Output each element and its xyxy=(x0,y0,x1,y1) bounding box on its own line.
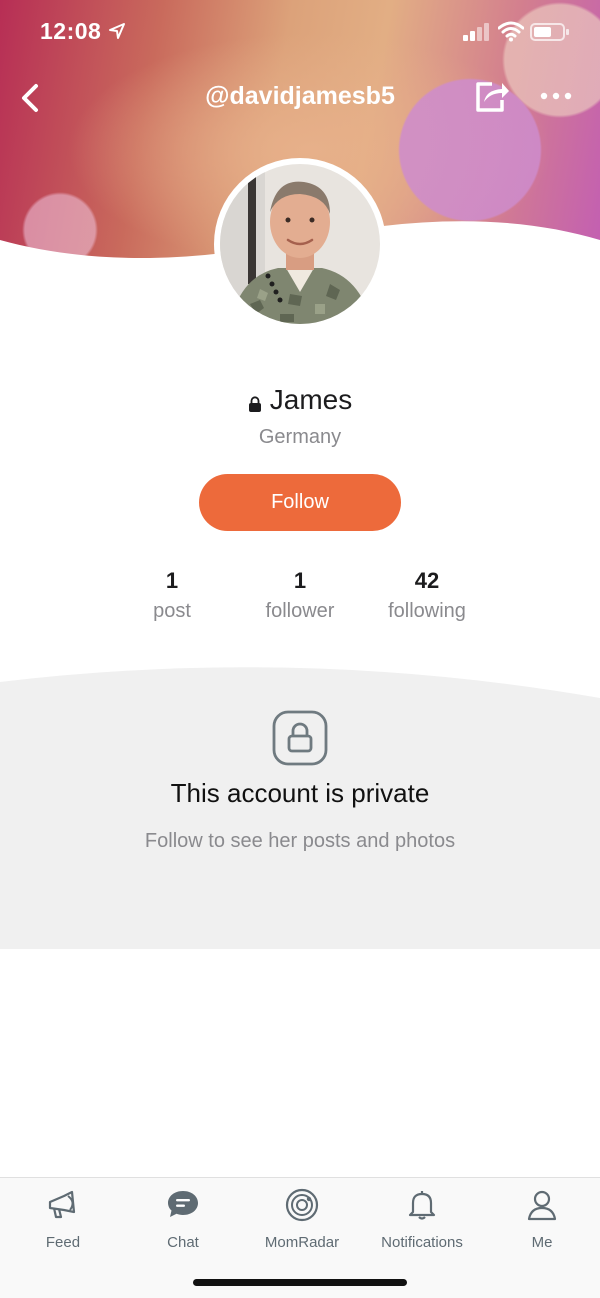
person-icon xyxy=(527,1190,557,1221)
home-indicator xyxy=(193,1279,407,1286)
private-account-notice: This account is private Follow to see he… xyxy=(0,660,600,949)
profile-location: Germany xyxy=(258,426,342,448)
profile-name-row: James xyxy=(0,384,600,424)
chat-bubble-icon xyxy=(168,1191,198,1217)
tab-label: MomRadar xyxy=(264,1234,340,1251)
private-notice-subtitle: Follow to see her posts and photos xyxy=(144,830,456,852)
location-arrow-icon xyxy=(109,23,125,39)
wifi-icon xyxy=(498,21,524,42)
tab-chat[interactable]: Chat xyxy=(123,1188,243,1258)
more-options-icon[interactable] xyxy=(538,86,574,106)
cellular-signal-icon xyxy=(463,23,489,41)
status-bar: 12:08 xyxy=(0,0,600,64)
private-notice-title: This account is private xyxy=(170,778,430,808)
profile-username: @davidjamesb5 xyxy=(205,82,395,110)
tab-feed[interactable]: Feed xyxy=(3,1188,123,1258)
battery-icon xyxy=(530,23,569,41)
tab-label: Feed xyxy=(45,1234,81,1251)
megaphone-icon xyxy=(48,1190,76,1219)
tab-momradar[interactable]: MomRadar xyxy=(242,1188,362,1258)
bell-icon xyxy=(408,1191,436,1220)
avatar-photo xyxy=(220,164,380,324)
profile-display-name: James xyxy=(269,384,353,415)
tab-label: Chat xyxy=(167,1234,199,1251)
stat-label: following xyxy=(388,600,466,622)
tab-label: Notifications xyxy=(381,1234,463,1251)
status-time: 12:08 xyxy=(40,18,102,44)
bottom-tab-bar: Feed Chat MomRadar Notifications Me xyxy=(0,1177,600,1298)
private-lock-icon xyxy=(248,396,261,412)
tab-notifications[interactable]: Notifications xyxy=(362,1188,482,1258)
follow-button[interactable]: Follow xyxy=(199,474,401,531)
share-icon[interactable] xyxy=(472,78,510,114)
stat-following[interactable]: 42 following xyxy=(352,568,502,623)
lock-icon xyxy=(272,710,328,766)
stat-value: 42 xyxy=(414,568,440,593)
tab-label: Me xyxy=(531,1234,553,1251)
tab-me[interactable]: Me xyxy=(482,1188,600,1258)
radar-icon xyxy=(285,1188,319,1222)
profile-nav-bar: @davidjamesb5 xyxy=(0,70,600,126)
profile-avatar[interactable] xyxy=(214,158,386,330)
